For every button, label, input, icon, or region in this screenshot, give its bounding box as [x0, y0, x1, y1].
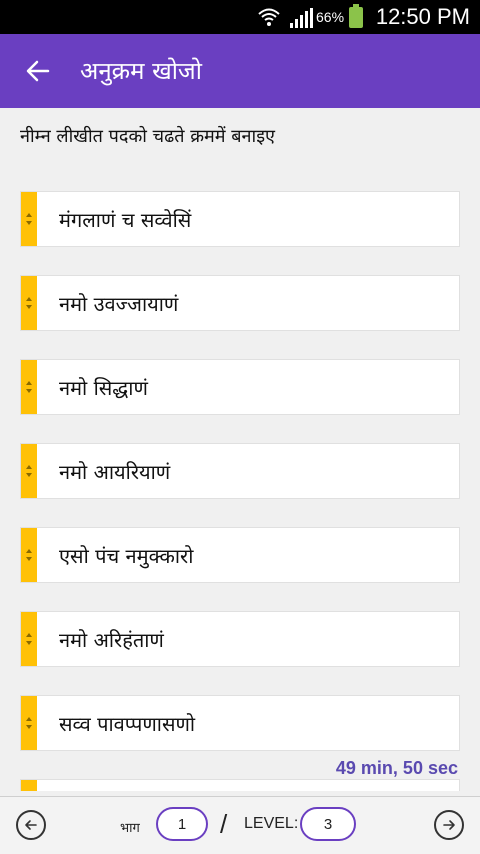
drag-handle-icon[interactable]: [21, 780, 37, 791]
item-label: नमो आयरियाणं: [59, 459, 171, 484]
drag-handle-icon[interactable]: [21, 612, 37, 666]
drag-handle-icon[interactable]: [21, 276, 37, 330]
item-label: मंगलाणं च सव्वेसिं: [59, 207, 192, 232]
item-label: नमो उवज्जायाणं: [59, 291, 179, 316]
item-label: नमो सिद्धाणं: [59, 375, 148, 400]
battery-percent: 66%: [316, 9, 345, 25]
level-label: LEVEL:: [244, 815, 299, 832]
sortable-item-partial[interactable]: [20, 779, 460, 791]
sortable-item[interactable]: नमो अरिहंताणं: [20, 611, 460, 667]
app-bar: अनुक्रम खोजो: [0, 34, 480, 108]
sortable-item[interactable]: नमो सिद्धाणं: [20, 359, 460, 415]
drag-handle-icon[interactable]: [21, 444, 37, 498]
previous-button[interactable]: [16, 810, 46, 840]
sortable-item[interactable]: नमो उवज्जायाणं: [20, 275, 460, 331]
bhag-label: भाग: [120, 821, 140, 836]
level-selector[interactable]: 3: [300, 807, 356, 841]
item-label: नमो अरिहंताणं: [59, 627, 164, 652]
status-bar: 66% 12:50 PM: [0, 0, 480, 34]
drag-handle-icon[interactable]: [21, 360, 37, 414]
arrow-right-icon: [443, 820, 455, 830]
clock: 12:50 PM: [375, 4, 470, 29]
wifi-icon: [258, 8, 280, 26]
signal-icon: [290, 8, 313, 28]
page-title: अनुक्रम खोजो: [80, 57, 202, 85]
sortable-item[interactable]: एसो पंच नमुक्कारो: [20, 527, 460, 583]
drag-handle-icon[interactable]: [21, 192, 37, 246]
drag-handle-icon[interactable]: [21, 696, 37, 750]
bhag-selector[interactable]: 1: [156, 807, 208, 841]
next-button[interactable]: [434, 810, 464, 840]
sortable-item[interactable]: नमो आयरियाणं: [20, 443, 460, 499]
sortable-item[interactable]: मंगलाणं च सव्वेसिं: [20, 191, 460, 247]
separator: /: [220, 809, 228, 839]
back-arrow-icon[interactable]: [24, 57, 52, 85]
countdown-timer: 49 min, 50 sec: [333, 758, 460, 779]
item-label: एसो पंच नमुक्कारो: [59, 543, 194, 568]
battery-icon: [349, 4, 363, 28]
arrow-left-icon: [25, 820, 37, 830]
instruction-text: नीम्न लीखीत पदको चढते क्रममें बनाइए: [20, 126, 275, 147]
bottom-navigation: भाग 1 / LEVEL: 3: [0, 796, 480, 854]
item-label: सव्व पावप्पणासणो: [59, 711, 196, 736]
drag-handle-icon[interactable]: [21, 528, 37, 582]
sortable-item[interactable]: सव्व पावप्पणासणो: [20, 695, 460, 751]
